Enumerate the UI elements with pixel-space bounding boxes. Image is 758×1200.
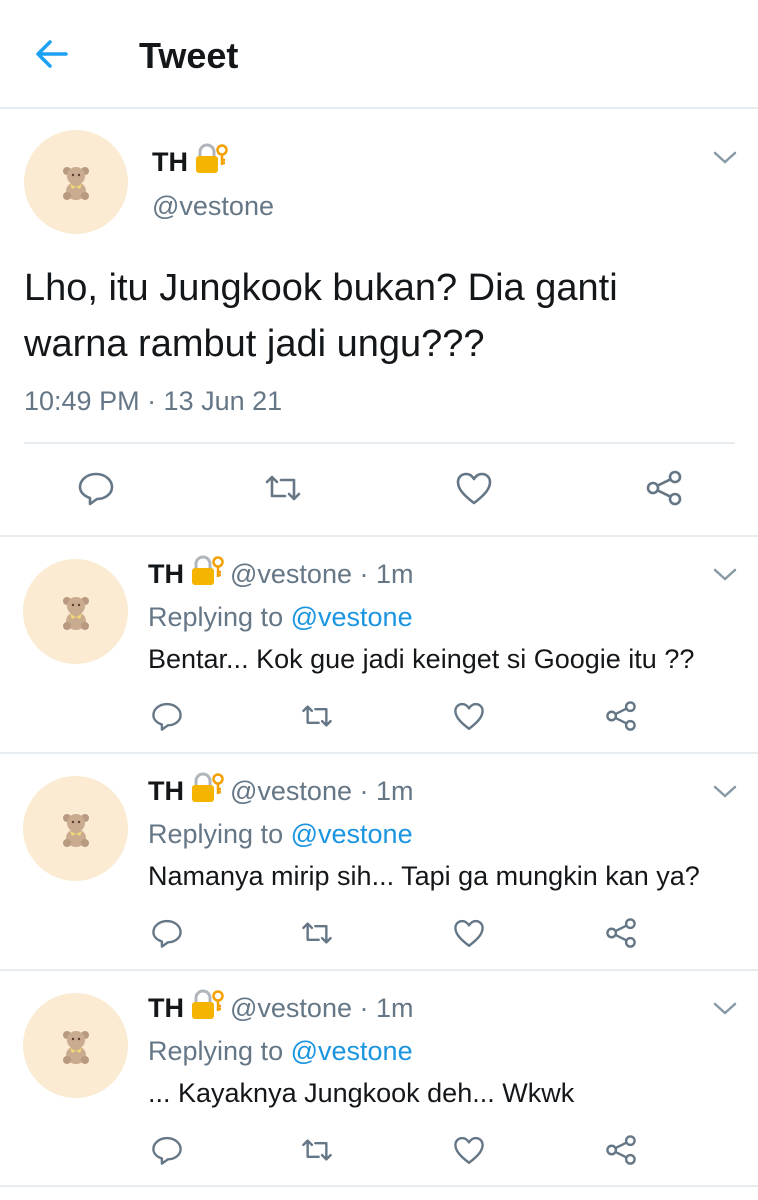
lock-key-icon: [192, 989, 224, 1019]
author-handle: @vestone · 1m: [230, 776, 414, 806]
replying-to-label: Replying to: [148, 1036, 284, 1066]
replying-to: Replying to @vestone: [148, 599, 413, 635]
tweet-actions: [0, 460, 758, 520]
retweet-icon[interactable]: [263, 468, 303, 508]
tweet-actions: [148, 914, 668, 954]
replying-to: Replying to @vestone: [148, 1033, 413, 1069]
avatar[interactable]: [24, 130, 128, 234]
avatar[interactable]: [23, 776, 128, 881]
author-name: TH: [148, 559, 184, 589]
tweet-actions: [148, 1131, 668, 1171]
lock-key-icon: [192, 555, 224, 585]
lock-key-icon: [196, 143, 228, 173]
avatar[interactable]: [23, 993, 128, 1098]
arrow-left-icon: [36, 40, 68, 68]
tweet-text-line: Lho, itu Jungkook bukan? Dia ganti: [24, 267, 618, 309]
reply-author[interactable]: TH @vestone · 1m: [148, 555, 413, 592]
main-tweet: TH @vestone Lho, itu Jungkook bukan? Dia…: [0, 110, 758, 535]
reply-text: Bentar... Kok gue jadi keinget si Googie…: [148, 644, 695, 674]
like-icon[interactable]: [454, 468, 494, 508]
reply-tweet[interactable]: TH @vestone · 1m Replying to @vestone ..…: [0, 969, 758, 1187]
teddy-bear-avatar-icon: [63, 167, 89, 200]
reply-text: Namanya mirip sih... Tapi ga mungkin kan…: [148, 861, 700, 891]
lock-key-icon: [192, 772, 224, 802]
replying-to: Replying to @vestone: [148, 816, 413, 852]
share-icon[interactable]: [604, 699, 638, 733]
reply-author[interactable]: TH @vestone · 1m: [148, 989, 413, 1026]
like-icon[interactable]: [452, 1133, 486, 1167]
share-icon[interactable]: [604, 1133, 638, 1167]
back-button[interactable]: [32, 36, 72, 72]
tweet-timestamp[interactable]: 10:49 PM · 13 Jun 21: [24, 385, 282, 417]
app-header: Tweet: [0, 0, 758, 109]
like-icon[interactable]: [452, 699, 486, 733]
retweet-icon[interactable]: [300, 916, 334, 950]
mention-link[interactable]: @vestone: [291, 819, 413, 849]
divider: [24, 442, 735, 444]
author-handle: @vestone · 1m: [230, 559, 414, 589]
retweet-icon[interactable]: [300, 1133, 334, 1167]
like-icon[interactable]: [452, 916, 486, 950]
author-handle: @vestone · 1m: [230, 993, 414, 1023]
tweet-text-line: warna rambut jadi ungu???: [24, 323, 485, 365]
reply-author[interactable]: TH @vestone · 1m: [148, 772, 413, 809]
author-handle[interactable]: @vestone: [152, 190, 274, 222]
reply-icon[interactable]: [150, 699, 184, 733]
replying-to-label: Replying to: [148, 819, 284, 849]
avatar[interactable]: [23, 559, 128, 664]
reply-tweet[interactable]: TH @vestone · 1m Replying to @vestone Na…: [0, 752, 758, 970]
author-name: TH: [148, 776, 184, 806]
reply-icon[interactable]: [76, 468, 116, 508]
teddy-bear-avatar-icon: [62, 813, 89, 847]
replying-to-label: Replying to: [148, 602, 284, 632]
chevron-down-icon[interactable]: [712, 1001, 738, 1017]
author-name[interactable]: TH: [152, 143, 228, 178]
retweet-icon[interactable]: [300, 699, 334, 733]
divider: [0, 1185, 758, 1187]
author-name: TH: [148, 993, 184, 1023]
reply-icon[interactable]: [150, 916, 184, 950]
page-title: Tweet: [139, 35, 239, 76]
teddy-bear-avatar-icon: [62, 596, 89, 630]
reply-icon[interactable]: [150, 1133, 184, 1167]
teddy-bear-avatar-icon: [62, 1030, 89, 1064]
chevron-down-icon[interactable]: [712, 784, 738, 800]
reply-tweet[interactable]: TH @vestone · 1m Replying to @vestone Be…: [0, 535, 758, 753]
share-icon[interactable]: [644, 468, 684, 508]
chevron-down-icon[interactable]: [712, 567, 738, 583]
author-name-text: TH: [152, 147, 188, 177]
tweet-text: Lho, itu Jungkook bukan? Dia ganti warna…: [24, 260, 734, 372]
share-icon[interactable]: [604, 916, 638, 950]
tweet-actions: [148, 697, 668, 737]
mention-link[interactable]: @vestone: [291, 1036, 413, 1066]
chevron-down-icon[interactable]: [712, 150, 738, 166]
reply-text: ... Kayaknya Jungkook deh... Wkwk: [148, 1078, 575, 1108]
mention-link[interactable]: @vestone: [291, 602, 413, 632]
